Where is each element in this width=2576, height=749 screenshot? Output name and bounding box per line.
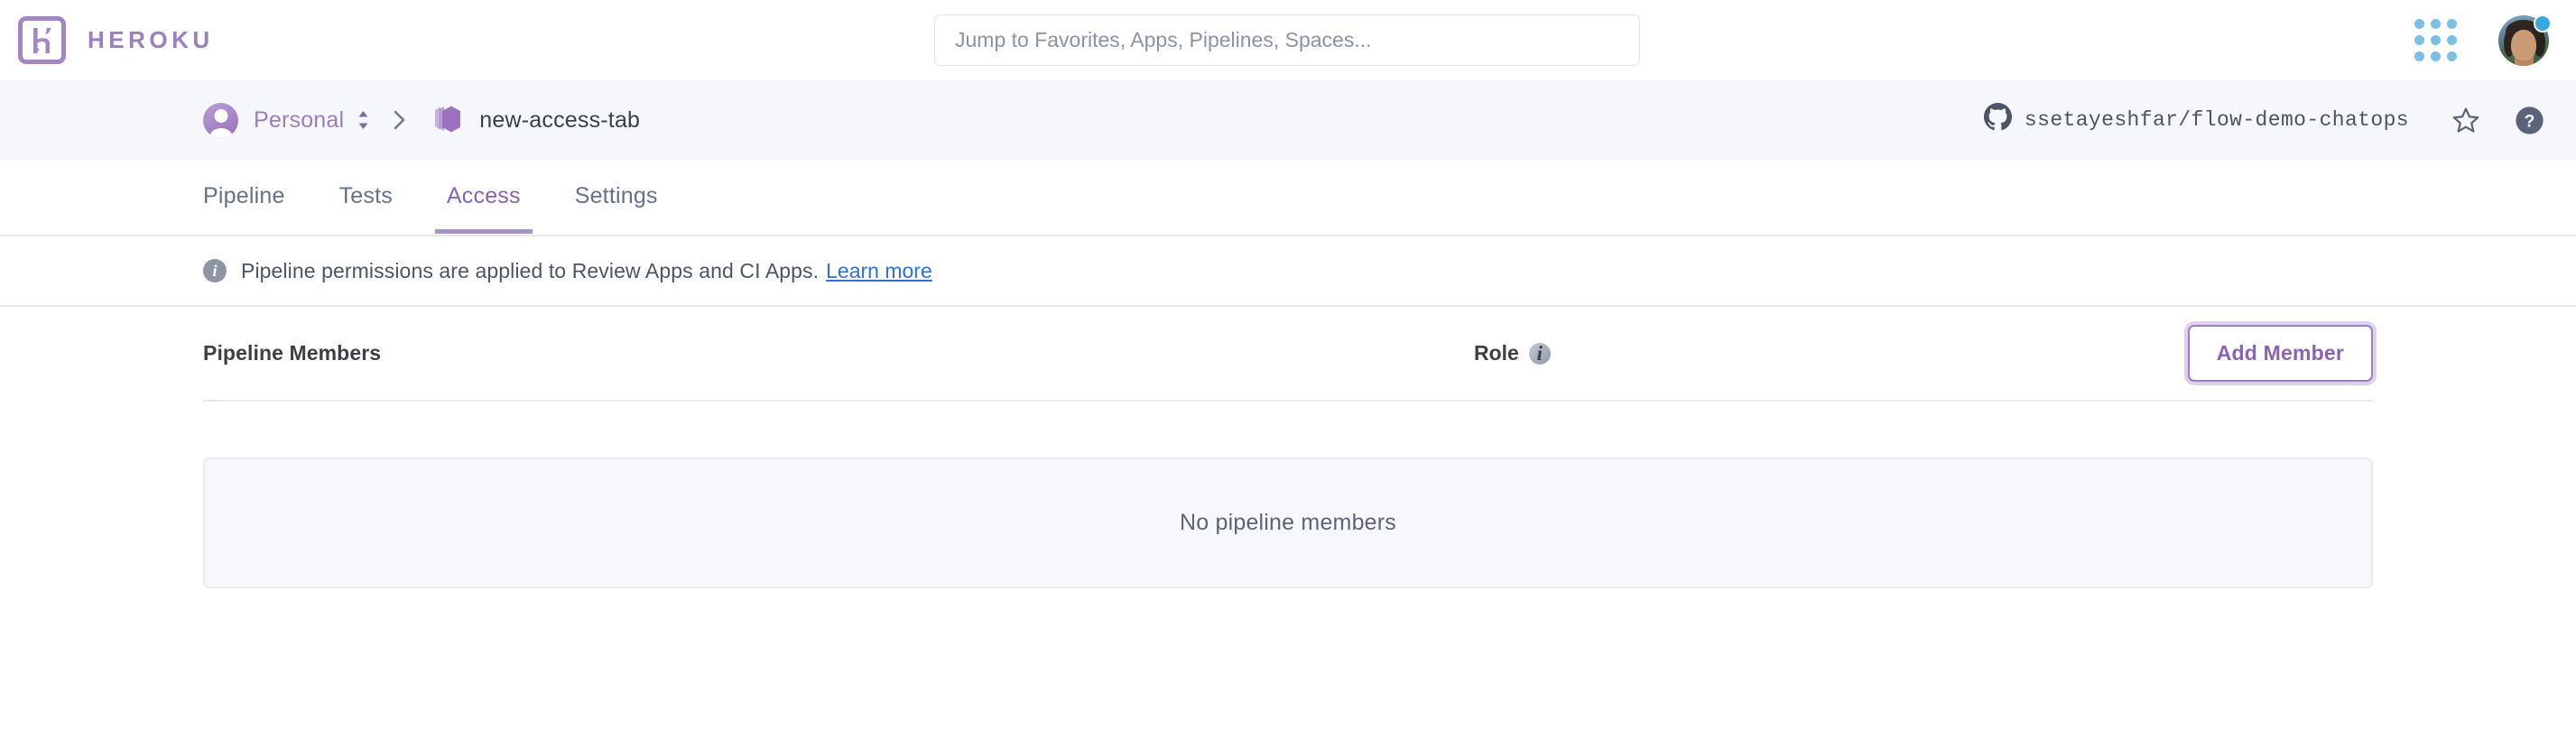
members-table-header: Pipeline Members Role i Add Member: [203, 307, 2373, 402]
tab-access[interactable]: Access: [434, 160, 533, 234]
brand-wordmark: HEROKU: [88, 26, 214, 53]
svg-text:?: ?: [2525, 112, 2535, 131]
breadcrumb-trail: Personal new-access-tab: [203, 102, 640, 138]
breadcrumb: Personal new-access-tab ssetayeshfar/flo…: [0, 80, 2576, 160]
breadcrumb-owner[interactable]: Personal: [254, 107, 344, 134]
tab-tests[interactable]: Tests: [339, 160, 393, 232]
add-member-button[interactable]: Add Member: [2187, 325, 2373, 382]
github-repo-name: ssetayeshfar/flow-demo-chatops: [2024, 108, 2409, 132]
pipeline-hexagon-icon: [427, 102, 465, 138]
heroku-logo-icon: [18, 16, 66, 64]
top-navigation-actions: [2414, 0, 2552, 80]
empty-state-text: No pipeline members: [1179, 510, 1397, 535]
star-outline-icon[interactable]: [2451, 106, 2481, 135]
github-icon: [1983, 103, 2012, 137]
search-input[interactable]: [934, 14, 1640, 66]
permissions-notice: i Pipeline permissions are applied to Re…: [0, 236, 2576, 307]
access-content: Pipeline Members Role i Add Member No pi…: [0, 307, 2576, 588]
pipeline-name: new-access-tab: [479, 106, 641, 133]
role-info-icon[interactable]: i: [1528, 342, 1551, 365]
heroku-pipeline-access-page: HEROKU Jump to Favorites, Apps, Pipeline…: [0, 0, 2576, 749]
column-header-role: Role i: [1474, 341, 1551, 365]
chevron-right-icon: [393, 108, 407, 132]
online-status-dot-icon: [2534, 14, 2552, 32]
breadcrumb-actions: ssetayeshfar/flow-demo-chatops ?: [1983, 80, 2544, 160]
column-header-members: Pipeline Members: [203, 341, 382, 365]
chevron-up-down-icon[interactable]: [356, 108, 371, 132]
tab-settings[interactable]: Settings: [575, 160, 658, 232]
avatar[interactable]: [2498, 14, 2552, 66]
top-navigation-bar: HEROKU: [0, 0, 2576, 87]
brand-home-link[interactable]: HEROKU: [18, 16, 214, 64]
learn-more-link[interactable]: Learn more: [826, 259, 932, 283]
tab-pipeline[interactable]: Pipeline: [203, 160, 285, 232]
column-header-role-label: Role: [1474, 341, 1519, 365]
notice-text: Pipeline permissions are applied to Revi…: [241, 258, 820, 282]
global-search[interactable]: [934, 14, 1640, 66]
pipeline-tabs: Pipeline Tests Access Settings: [0, 160, 2576, 236]
members-empty-state: No pipeline members: [203, 458, 2373, 588]
info-icon: i: [203, 259, 227, 282]
github-repo-link[interactable]: ssetayeshfar/flow-demo-chatops: [1983, 103, 2409, 137]
help-question-icon[interactable]: ?: [2515, 106, 2544, 135]
personal-account-avatar-icon: [203, 102, 238, 138]
apps-grid-icon[interactable]: [2414, 19, 2457, 61]
